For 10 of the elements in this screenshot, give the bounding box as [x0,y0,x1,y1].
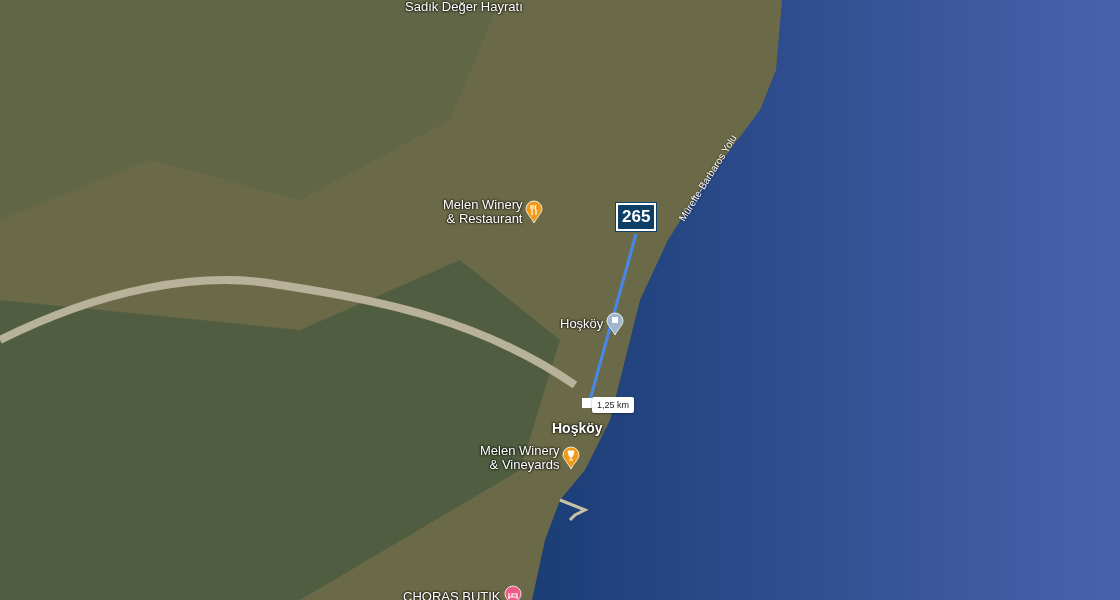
wine-glass-marker-icon[interactable] [562,446,581,470]
place-label[interactable]: Melen Winery & Vineyards [480,444,560,472]
place-label[interactable]: Melen Winery & Restaurant [443,198,523,226]
highway-shield: 265 [616,203,657,231]
distance-label: 1,25 km [592,397,634,413]
place-label[interactable]: Sadık Değer Hayratı [405,0,523,14]
place-label[interactable]: Hoşköy [560,317,604,331]
town-label[interactable]: Hoşköy [552,421,603,435]
fork-knife-marker-icon[interactable] [525,200,544,224]
map-pin-icon[interactable] [606,312,625,336]
